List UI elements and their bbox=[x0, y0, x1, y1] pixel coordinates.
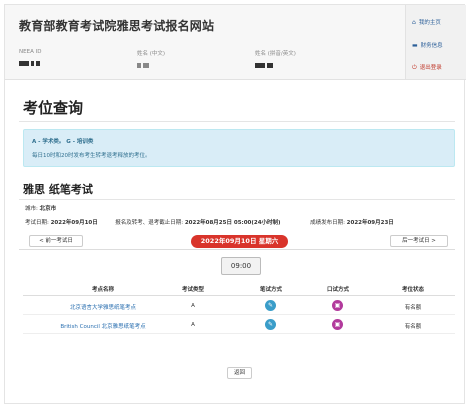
pencil-icon: ✎ bbox=[265, 300, 276, 311]
col-written-mode: 笔试方式 bbox=[259, 287, 282, 293]
status-cell: 有名额 bbox=[404, 324, 422, 330]
sidebar-item-finance[interactable]: ▬ 财务信息 bbox=[412, 41, 443, 49]
city-line: 城市: 北京市 bbox=[25, 204, 56, 212]
col-oral-mode: 口试方式 bbox=[326, 287, 349, 293]
city-label: 城市: bbox=[25, 206, 38, 212]
chinese-name-label: 姓名 (中文) bbox=[137, 51, 166, 57]
header: 教育部教育考试院雅思考试报名网站 NEEA ID 姓名 (中文) 姓名 (拼音/… bbox=[5, 5, 405, 80]
status-cell: 有名额 bbox=[404, 305, 422, 311]
col-exam-type: 考试类型 bbox=[181, 287, 204, 293]
release-notice: 每日10时和20时发布考生转考退考释放的考位。 bbox=[32, 153, 151, 159]
deadline-label: 报名及转考、退考截止日期: bbox=[115, 220, 184, 226]
sidebar-item-label: 我的主页 bbox=[418, 20, 441, 26]
result-date-value: 2022年09月23日 bbox=[346, 220, 394, 226]
table-row: British Council 北京雅思纸笔考点 A ✎ ▣ 有名额 bbox=[23, 316, 455, 334]
dates-line: 考试日期: 2022年09月10日 报名及转考、退考截止日期: 2022年08月… bbox=[25, 218, 394, 226]
neea-id-field: NEEA ID bbox=[19, 49, 42, 66]
page-title: 考位查询 bbox=[23, 99, 84, 117]
venue-link[interactable]: British Council 北京雅思纸笔考点 bbox=[33, 322, 173, 330]
table-header: 考点名称 考试类型 笔试方式 口试方式 考位状态 bbox=[23, 282, 455, 296]
exam-date-label: 考试日期: bbox=[25, 220, 49, 226]
exam-type-cell: A bbox=[191, 322, 195, 328]
deadline-value: 2022年08月25日 05:00(24小时制) bbox=[184, 220, 281, 226]
current-date-badge: 2022年09月10日 星期六 bbox=[191, 235, 288, 248]
col-seat-status: 考位状态 bbox=[401, 287, 424, 293]
exam-date-value: 2022年09月10日 bbox=[50, 220, 98, 226]
prev-exam-day-button[interactable]: < 前一考试日 bbox=[29, 235, 83, 247]
divider bbox=[19, 199, 455, 200]
city-value: 北京市 bbox=[39, 206, 57, 212]
pinyin-name-value bbox=[255, 63, 296, 68]
result-date-label: 成绩发布日期: bbox=[310, 220, 345, 226]
pencil-icon: ✎ bbox=[265, 319, 276, 330]
oral-icon: ▣ bbox=[332, 319, 343, 330]
info-panel: A - 学术类。 G - 培训类 每日10时和20时发布考生转考退考释放的考位。 bbox=[23, 129, 455, 167]
sidebar-item-logout[interactable]: ⏻ 退出登录 bbox=[412, 63, 442, 72]
sidebar-item-home[interactable]: ⌂ 我的主页 bbox=[412, 18, 441, 26]
neea-id-label: NEEA ID bbox=[19, 49, 42, 55]
site-title: 教育部教育考试院雅思考试报名网站 bbox=[19, 19, 215, 33]
section-title: 雅思 纸笔考试 bbox=[23, 183, 93, 196]
account-sidebar: ⌂ 我的主页 ▬ 财务信息 ⏻ 退出登录 bbox=[405, 5, 466, 80]
col-venue-name: 考点名称 bbox=[91, 287, 114, 293]
exam-type-legend: A - 学术类。 G - 培训类 bbox=[32, 139, 94, 145]
oral-icon: ▣ bbox=[332, 300, 343, 311]
sidebar-item-label: 财务信息 bbox=[420, 43, 443, 49]
exam-type-cell: A bbox=[191, 303, 195, 309]
back-button[interactable]: 返回 bbox=[227, 367, 252, 379]
table-row: 北京语言大学雅思纸笔考点 A ✎ ▣ 有名额 bbox=[23, 297, 455, 315]
divider bbox=[19, 249, 455, 250]
pinyin-name-label: 姓名 (拼音/英文) bbox=[255, 51, 296, 57]
sidebar-item-label: 退出登录 bbox=[419, 65, 442, 71]
pinyin-name-field: 姓名 (拼音/英文) bbox=[255, 49, 296, 68]
chinese-name-value bbox=[137, 63, 165, 68]
page-frame: 教育部教育考试院雅思考试报名网站 NEEA ID 姓名 (中文) 姓名 (拼音/… bbox=[4, 4, 466, 404]
chinese-name-field: 姓名 (中文) bbox=[137, 49, 165, 68]
venue-link[interactable]: 北京语言大学雅思纸笔考点 bbox=[43, 303, 163, 311]
power-icon: ⏻ bbox=[412, 64, 417, 71]
next-exam-day-button[interactable]: 后一考试日 > bbox=[390, 235, 448, 247]
card-icon: ▬ bbox=[412, 42, 418, 49]
time-slot-button[interactable]: 09:00 bbox=[221, 257, 261, 275]
home-icon: ⌂ bbox=[412, 19, 416, 26]
neea-id-value bbox=[19, 61, 42, 66]
divider bbox=[19, 121, 455, 122]
